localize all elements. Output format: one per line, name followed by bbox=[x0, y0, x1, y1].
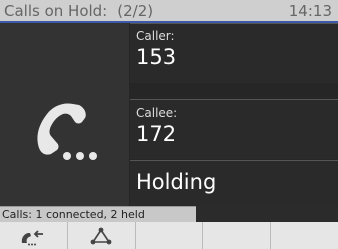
softkey-conference[interactable] bbox=[68, 222, 136, 249]
caller-number: 153 bbox=[136, 45, 177, 69]
call-state: Holding bbox=[136, 170, 217, 194]
callee-label: Callee: bbox=[136, 106, 178, 120]
call-state-row: Holding bbox=[130, 160, 338, 206]
caller-row: Caller: 153 bbox=[130, 23, 338, 83]
resume-call-icon bbox=[22, 229, 44, 245]
callee-number: 172 bbox=[136, 122, 177, 146]
handset-on-hold-icon bbox=[37, 103, 97, 160]
clock: 14:13 bbox=[288, 1, 332, 20]
call-icon-panel bbox=[0, 23, 129, 206]
call-details-area: Caller: 153 Callee: 172 Holding bbox=[0, 23, 338, 206]
softkey-3[interactable] bbox=[136, 222, 204, 249]
call-info-panel: Caller: 153 Callee: 172 Holding bbox=[130, 23, 338, 206]
status-bar: Calls: 1 connected, 2 held bbox=[0, 206, 196, 222]
callee-row: Callee: 172 bbox=[130, 99, 338, 159]
softkey-5[interactable] bbox=[271, 222, 338, 249]
title-bar: Calls on Hold: (2/2) 14:13 bbox=[0, 0, 338, 23]
screen-title: Calls on Hold: bbox=[4, 1, 108, 20]
conference-icon bbox=[90, 227, 112, 244]
softkey-resume[interactable] bbox=[0, 222, 68, 249]
softkey-4[interactable] bbox=[203, 222, 272, 249]
held-call-counter: (2/2) bbox=[117, 1, 154, 20]
softkey-bar bbox=[0, 222, 338, 249]
caller-label: Caller: bbox=[136, 29, 175, 43]
